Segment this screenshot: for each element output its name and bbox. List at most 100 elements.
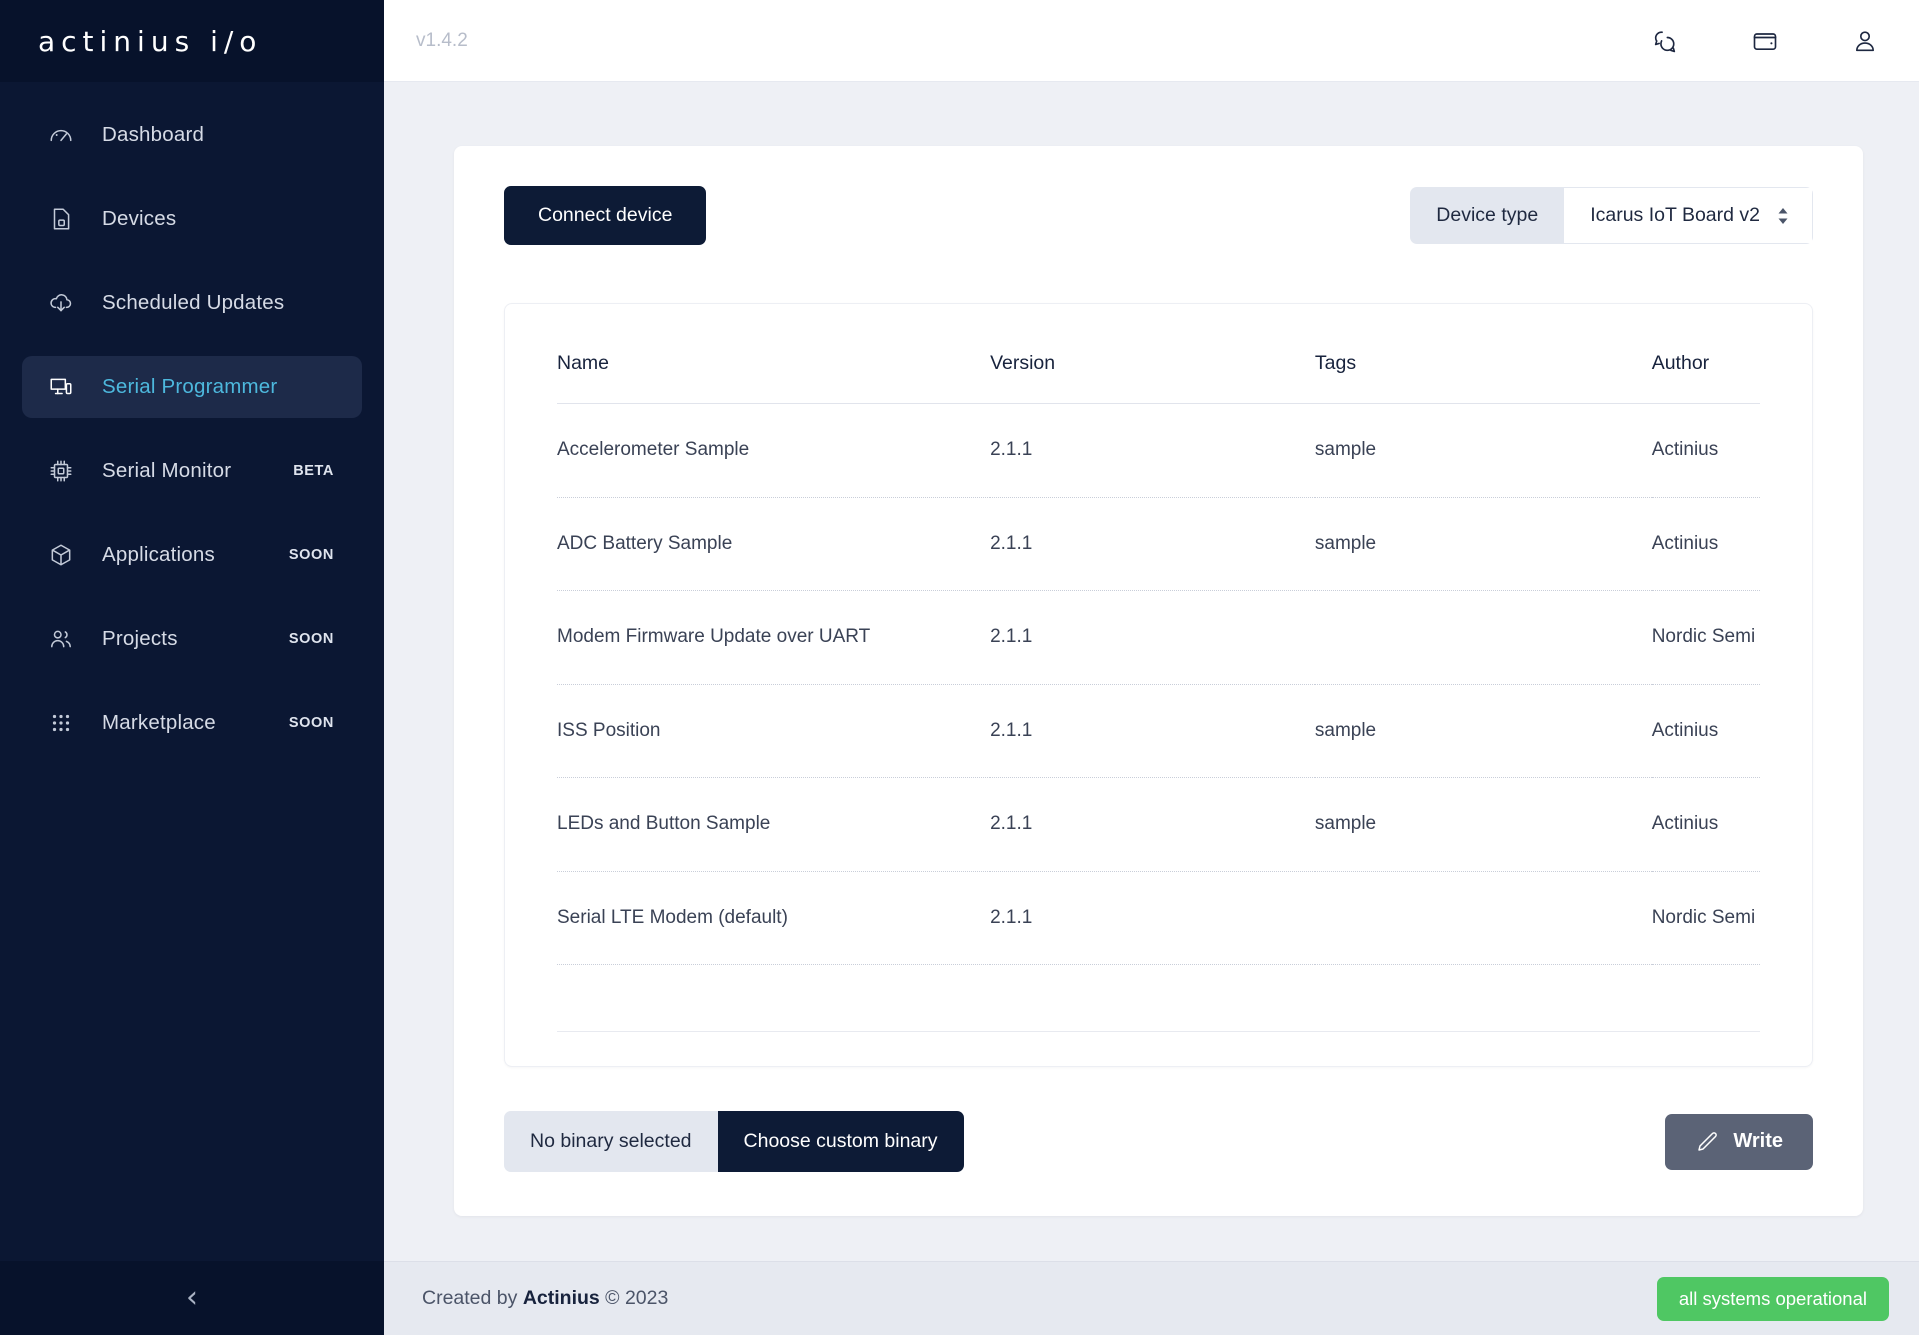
sidebar-item-label: Dashboard	[102, 123, 205, 146]
binary-status-label: No binary selected	[504, 1111, 718, 1172]
app-logo: actinius i/o	[38, 24, 263, 58]
cell-author: Nordic Semi	[1651, 590, 1760, 685]
cpu-chip-icon	[46, 456, 76, 486]
panel-toolbar: Connect device Device type Icarus IoT Bo…	[504, 186, 1813, 245]
table-row[interactable]: Modem Firmware Update over UART 2.1.1 No…	[557, 590, 1760, 685]
table-row[interactable]: Serial LTE Modem (default) 2.1.1 Nordic …	[557, 871, 1760, 965]
firmware-table-card: Name Version Tags Author Accelerometer S…	[504, 303, 1813, 1067]
gauge-icon	[46, 120, 76, 150]
sidebar-item-serial-monitor[interactable]: Serial Monitor BETA	[22, 440, 362, 502]
cell-tags	[1314, 590, 1652, 685]
sidebar-badge-soon: SOON	[288, 631, 334, 647]
cell-name: LEDs and Button Sample	[557, 777, 991, 872]
status-badge[interactable]: all systems operational	[1656, 1276, 1889, 1321]
table-head: Name Version Tags Author	[557, 352, 1760, 404]
sidebar-badge-soon: SOON	[288, 715, 334, 731]
main-region: v1.4.2 Connect device Device type Icarus…	[384, 0, 1919, 1335]
sidebar: actinius i/o Dashboard Devices Scheduled…	[0, 0, 384, 1335]
sidebar-item-devices[interactable]: Devices	[22, 188, 362, 250]
footer-credit: Created by Actinius © 2023	[422, 1287, 668, 1310]
column-header-author[interactable]: Author	[1652, 352, 1760, 404]
wallet-icon[interactable]	[1751, 27, 1779, 55]
hexagon-box-icon	[46, 540, 76, 570]
device-type-value: Icarus IoT Board v2	[1590, 204, 1760, 226]
cell-tags: sample	[1314, 403, 1652, 498]
grid-dots-icon	[46, 708, 76, 738]
sidebar-item-label: Marketplace	[102, 711, 216, 734]
chat-bubbles-icon[interactable]	[1651, 27, 1679, 55]
cell-name: Accelerometer Sample	[557, 403, 991, 498]
sidebar-nav: Dashboard Devices Scheduled Updates Seri…	[0, 82, 384, 1261]
column-header-version[interactable]: Version	[990, 352, 1315, 404]
sidebar-item-label: Serial Programmer	[102, 375, 278, 398]
table-header-row: Name Version Tags Author	[557, 352, 1760, 404]
cell-version: 2.1.1	[990, 684, 1315, 778]
column-header-tags[interactable]: Tags	[1315, 352, 1652, 404]
sidebar-item-serial-programmer[interactable]: Serial Programmer	[22, 356, 362, 418]
cloud-download-icon	[46, 288, 76, 318]
table-row[interactable]: ISS Position 2.1.1 sample Actinius	[557, 684, 1760, 778]
cell-author: Actinius	[1651, 497, 1760, 591]
panel-actions: No binary selected Choose custom binary …	[504, 1111, 1813, 1172]
sidebar-item-label: Scheduled Updates	[102, 291, 285, 314]
write-button-label: Write	[1733, 1130, 1783, 1152]
binary-file-group: No binary selected Choose custom binary	[504, 1111, 964, 1172]
sidebar-item-applications[interactable]: Applications SOON	[22, 524, 362, 586]
sidebar-item-scheduled-updates[interactable]: Scheduled Updates	[22, 272, 362, 334]
sidebar-item-label: Serial Monitor	[102, 459, 232, 482]
content-area: Connect device Device type Icarus IoT Bo…	[384, 82, 1919, 1261]
cell-tags: sample	[1314, 497, 1652, 591]
cell-name: ISS Position	[557, 684, 991, 778]
cell-version: 2.1.1	[990, 403, 1315, 498]
sidebar-item-marketplace[interactable]: Marketplace SOON	[22, 692, 362, 754]
cell-name: ADC Battery Sample	[557, 497, 991, 591]
table-row[interactable]: ADC Battery Sample 2.1.1 sample Actinius	[557, 497, 1760, 591]
footer-copyright: © 2023	[605, 1287, 669, 1309]
cell-version: 2.1.1	[990, 497, 1315, 591]
footer: Created by Actinius © 2023 all systems o…	[384, 1261, 1919, 1335]
table-row[interactable]: Accelerometer Sample 2.1.1 sample Actini…	[557, 403, 1760, 498]
device-type-select[interactable]: Icarus IoT Board v2	[1564, 187, 1813, 244]
cell-author: Actinius	[1651, 777, 1760, 872]
table-row[interactable]: LEDs and Button Sample 2.1.1 sample Acti…	[557, 777, 1760, 872]
device-type-group: Device type Icarus IoT Board v2	[1410, 187, 1813, 244]
choose-custom-binary-button[interactable]: Choose custom binary	[717, 1111, 964, 1172]
chevron-updown-icon	[1776, 206, 1790, 226]
user-icon[interactable]	[1851, 27, 1879, 55]
cell-version: 2.1.1	[990, 590, 1315, 685]
version-label: v1.4.2	[416, 29, 468, 51]
sidebar-item-dashboard[interactable]: Dashboard	[22, 104, 362, 166]
users-icon	[46, 624, 76, 654]
footer-company[interactable]: Actinius	[523, 1287, 600, 1309]
chevron-left-icon[interactable]: ‹	[186, 1283, 198, 1313]
sidebar-item-projects[interactable]: Projects SOON	[22, 608, 362, 670]
app-root: actinius i/o Dashboard Devices Scheduled…	[0, 0, 1919, 1335]
monitor-device-icon	[46, 372, 76, 402]
cell-tags: sample	[1314, 777, 1652, 872]
sidebar-badge-soon: SOON	[288, 547, 334, 563]
cell-author: Nordic Semi	[1651, 871, 1760, 965]
logo-container[interactable]: actinius i/o	[0, 0, 384, 82]
cell-version: 2.1.1	[990, 871, 1315, 965]
sim-card-icon	[46, 204, 76, 234]
column-header-name[interactable]: Name	[557, 352, 990, 404]
sidebar-item-label: Applications	[102, 543, 215, 566]
firmware-table: Name Version Tags Author Accelerometer S…	[557, 352, 1760, 965]
device-type-label: Device type	[1410, 187, 1565, 244]
cell-author: Actinius	[1651, 403, 1760, 498]
cell-name: Serial LTE Modem (default)	[557, 871, 991, 965]
cell-tags: sample	[1314, 684, 1652, 778]
cell-author: Actinius	[1651, 684, 1760, 778]
sidebar-item-label: Projects	[102, 627, 178, 650]
sidebar-item-label: Devices	[102, 207, 177, 230]
cell-name: Modem Firmware Update over UART	[557, 590, 991, 685]
cell-version: 2.1.1	[990, 777, 1315, 872]
cell-tags	[1314, 871, 1652, 965]
sidebar-footer: ‹	[0, 1261, 384, 1335]
footer-prefix: Created by	[422, 1287, 518, 1309]
table-bottom-divider	[557, 1031, 1760, 1032]
serial-programmer-panel: Connect device Device type Icarus IoT Bo…	[454, 146, 1863, 1216]
write-button[interactable]: Write	[1665, 1113, 1813, 1170]
connect-device-button[interactable]: Connect device	[504, 186, 707, 245]
table-body: Accelerometer Sample 2.1.1 sample Actini…	[557, 403, 1760, 965]
